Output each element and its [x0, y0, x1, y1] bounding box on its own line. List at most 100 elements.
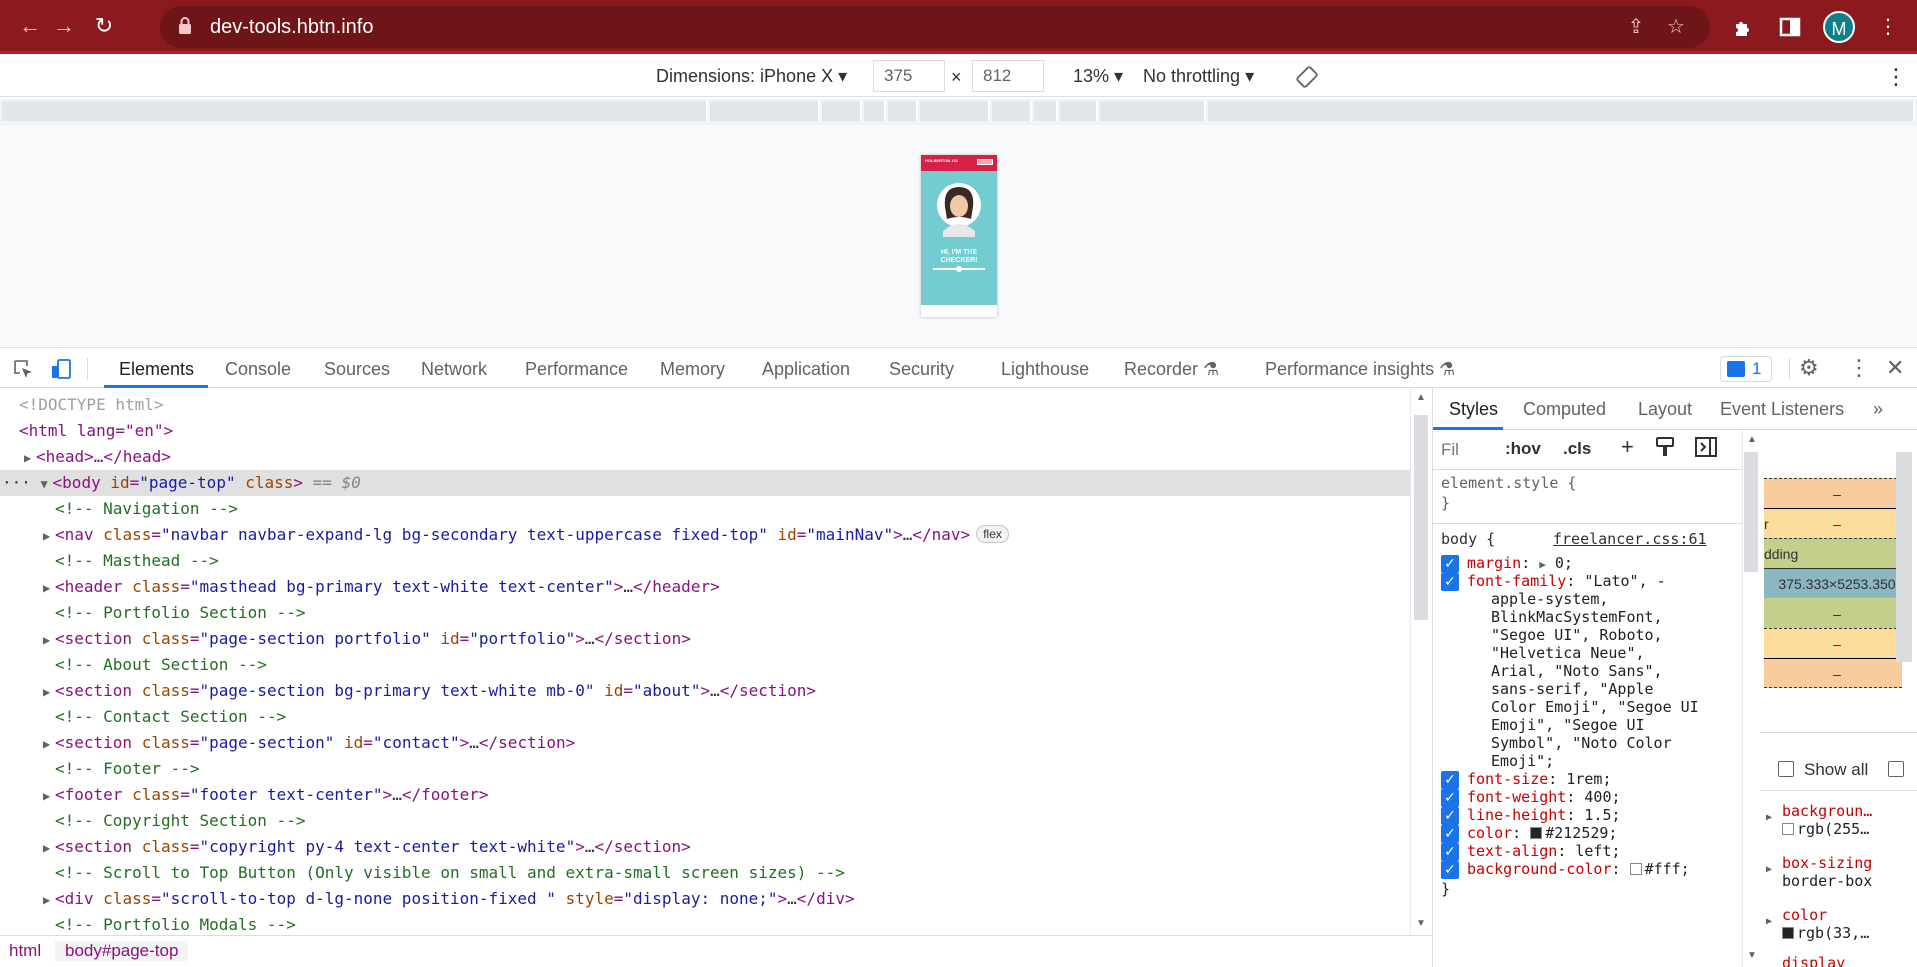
- scroll-up-icon[interactable]: ▲: [1416, 392, 1426, 403]
- tab-application[interactable]: Application: [762, 359, 850, 380]
- breadcrumb-html[interactable]: html: [9, 941, 41, 961]
- expand-arrow-icon[interactable]: ▶: [43, 627, 55, 653]
- zoom-select[interactable]: 13% ▾: [1073, 66, 1123, 87]
- color-swatch[interactable]: [1530, 827, 1543, 839]
- tab-memory[interactable]: Memory: [660, 359, 725, 380]
- collapse-arrow-icon[interactable]: ▼: [41, 471, 53, 497]
- settings-gear-icon[interactable]: ⚙: [1799, 355, 1819, 381]
- hov-toggle[interactable]: :hov: [1505, 439, 1541, 459]
- style-property[interactable]: font-size: 1rem;: [1433, 770, 1743, 788]
- share-icon[interactable]: ⇪: [1623, 14, 1649, 40]
- expand-arrow-icon[interactable]: ▶: [43, 783, 55, 809]
- dom-comment[interactable]: <!-- Contact Section -->: [0, 704, 1410, 730]
- address-bar[interactable]: dev-tools.hbtn.info ⇪ ☆: [160, 6, 1710, 48]
- device-width-input[interactable]: [873, 60, 945, 92]
- style-property[interactable]: font-weight: 400;: [1433, 788, 1743, 806]
- scroll-down-icon[interactable]: ▼: [1416, 918, 1426, 929]
- elements-scroll-thumb[interactable]: [1414, 415, 1428, 620]
- dom-node-body[interactable]: ··· ▼ <body id="page-top" class> == $0: [0, 470, 1410, 496]
- rotate-icon[interactable]: [1296, 66, 1318, 88]
- expand-arrow-icon[interactable]: ▶: [43, 679, 55, 705]
- device-toggle-icon[interactable]: [50, 358, 72, 380]
- tab-computed[interactable]: Computed: [1523, 399, 1606, 420]
- devtools-more-icon[interactable]: ⋮: [1848, 355, 1870, 381]
- expand-arrow-icon[interactable]: ▶: [1766, 812, 1772, 823]
- dom-comment[interactable]: <!-- Portfolio Section -->: [0, 600, 1410, 626]
- profile-avatar[interactable]: M: [1823, 11, 1855, 43]
- style-property[interactable]: text-align: left;: [1433, 842, 1743, 860]
- inspect-element-icon[interactable]: [12, 358, 34, 380]
- color-swatch[interactable]: [1629, 863, 1642, 875]
- style-property[interactable]: margin: ▶ 0;: [1433, 554, 1743, 572]
- ruler-segment[interactable]: [920, 101, 990, 121]
- style-property[interactable]: background-color: #fff;: [1433, 860, 1743, 878]
- ruler-segment[interactable]: [864, 101, 886, 121]
- expand-arrow-icon[interactable]: ▶: [43, 887, 55, 913]
- tab-recorder[interactable]: Recorder ⚗: [1124, 359, 1219, 380]
- styles-filter-input[interactable]: [1441, 438, 1491, 462]
- dom-node-scroll-div[interactable]: ▶ <div class="scroll-to-top d-lg-none pos…: [0, 886, 1410, 912]
- tab-elements[interactable]: Elements: [119, 359, 194, 380]
- tab-console[interactable]: Console: [225, 359, 291, 380]
- ruler-segment[interactable]: [1100, 101, 1206, 121]
- side-panel-icon[interactable]: [1775, 12, 1805, 42]
- expand-arrow-icon[interactable]: ▶: [43, 835, 55, 861]
- tab-performance-insights[interactable]: Performance insights ⚗: [1265, 359, 1455, 380]
- cls-toggle[interactable]: .cls: [1563, 439, 1591, 459]
- show-all-checkbox[interactable]: [1778, 761, 1794, 777]
- tab-styles[interactable]: Styles: [1449, 399, 1498, 420]
- flex-badge[interactable]: flex: [976, 525, 1009, 543]
- tab-lighthouse[interactable]: Lighthouse: [1001, 359, 1089, 380]
- throttling-select[interactable]: No throttling ▾: [1143, 66, 1254, 87]
- tab-sources[interactable]: Sources: [324, 359, 390, 380]
- dom-node-section-portfolio[interactable]: ▶ <section class="page-section portfolio"…: [0, 626, 1410, 652]
- issues-badge[interactable]: 1: [1720, 356, 1772, 382]
- toggle-sidebar-icon[interactable]: [1695, 436, 1717, 458]
- expand-arrow-icon[interactable]: ▶: [43, 523, 55, 549]
- computed-property[interactable]: ▶ color rgb(33,…: [1766, 906, 1869, 942]
- dom-node-html[interactable]: <html lang="en">: [0, 418, 1410, 444]
- dom-node-nav[interactable]: ▶ <nav class="navbar navbar-expand-lg bg-…: [0, 522, 1410, 548]
- scroll-up-icon[interactable]: ▲: [1747, 434, 1757, 445]
- ruler-segment[interactable]: [1208, 101, 1915, 121]
- ruler-segment[interactable]: [992, 101, 1032, 121]
- dom-comment[interactable]: <!-- Portfolio Modals -->: [0, 912, 1410, 934]
- scroll-down-icon[interactable]: ▼: [1747, 950, 1757, 961]
- style-property[interactable]: color: #212529;: [1433, 824, 1743, 842]
- computed-property[interactable]: ▶ box-sizing border-box: [1766, 854, 1872, 890]
- element-style-rule[interactable]: element.style { }: [1433, 474, 1743, 512]
- tab-layout[interactable]: Layout: [1638, 399, 1692, 420]
- ruler-segment[interactable]: [888, 101, 918, 121]
- dom-comment[interactable]: <!-- Footer -->: [0, 756, 1410, 782]
- expand-arrow-icon[interactable]: ▶: [43, 731, 55, 757]
- ruler-segment[interactable]: [2, 101, 708, 121]
- back-arrow-icon[interactable]: ←: [14, 10, 46, 42]
- device-toolbar-more-icon[interactable]: ⋮: [1885, 64, 1907, 89]
- tab-event-listeners[interactable]: Event Listeners: [1720, 399, 1844, 420]
- dom-node-doctype[interactable]: <!DOCTYPE html>: [0, 392, 1410, 418]
- dom-comment[interactable]: <!-- Navigation -->: [0, 496, 1410, 522]
- expand-arrow-icon[interactable]: ▶: [24, 445, 36, 471]
- new-rule-plus-icon[interactable]: +: [1621, 434, 1634, 460]
- extensions-puzzle-icon[interactable]: [1728, 12, 1758, 42]
- stylesheet-link[interactable]: freelancer.css:61: [1553, 530, 1707, 548]
- ruler-segment[interactable]: [1034, 101, 1058, 121]
- dom-comment[interactable]: <!-- Copyright Section -->: [0, 808, 1410, 834]
- ruler-segment[interactable]: [1060, 101, 1098, 121]
- dom-node-header[interactable]: ▶ <header class="masthead bg-primary text…: [0, 574, 1410, 600]
- breadcrumb-body[interactable]: body#page-top: [55, 941, 189, 961]
- group-checkbox[interactable]: [1888, 761, 1904, 777]
- style-property[interactable]: font-family: "Lato", -: [1433, 572, 1743, 590]
- computed-property[interactable]: ▶ backgroun… rgb(255…: [1766, 802, 1872, 838]
- chrome-menu-icon[interactable]: ⋮: [1873, 12, 1903, 42]
- star-icon[interactable]: ☆: [1663, 14, 1689, 40]
- more-tabs-icon[interactable]: »: [1873, 399, 1883, 420]
- dom-comment[interactable]: <!-- About Section -->: [0, 652, 1410, 678]
- computed-property[interactable]: display: [1772, 954, 1845, 967]
- forward-arrow-icon[interactable]: →: [48, 10, 80, 42]
- dom-comment[interactable]: <!-- Masthead -->: [0, 548, 1410, 574]
- dom-node-footer[interactable]: ▶ <footer class="footer text-center">…</f…: [0, 782, 1410, 808]
- expand-arrow-icon[interactable]: ▶: [1766, 916, 1772, 927]
- phone-preview[interactable]: HOLBERTON 101 HI, I'M THE CHECKER!: [921, 155, 997, 317]
- close-devtools-icon[interactable]: ✕: [1886, 355, 1904, 381]
